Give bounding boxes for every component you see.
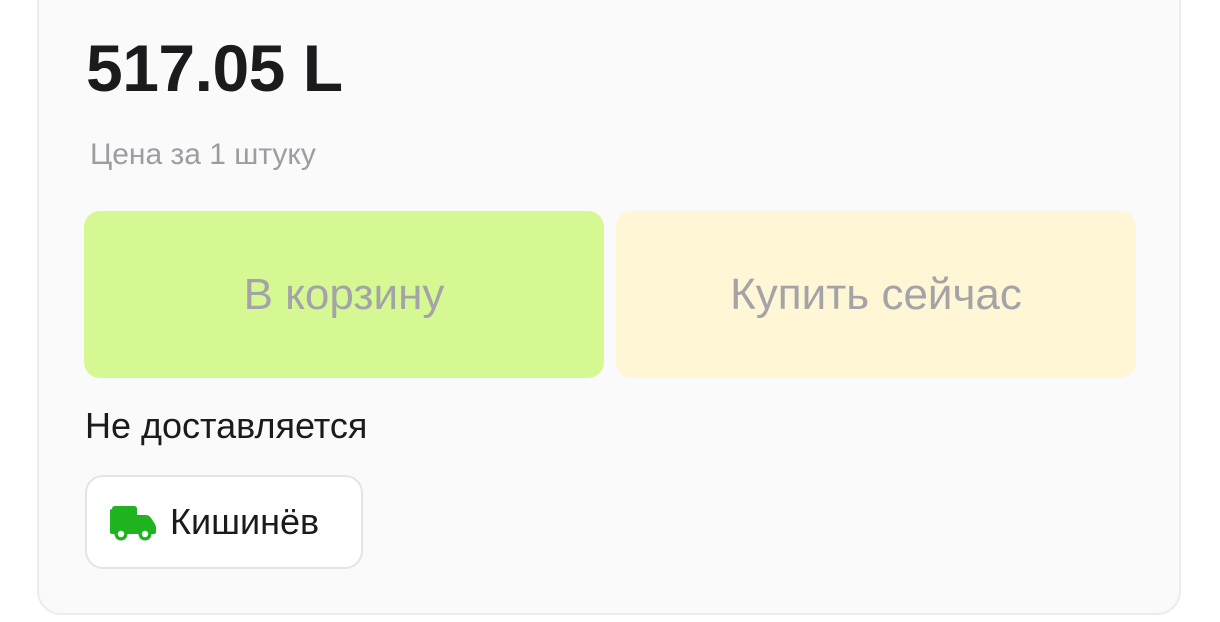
delivery-city-label: Кишинёв [170, 501, 320, 542]
price-per-unit-note: Цена за 1 штуку [90, 138, 316, 171]
delivery-status: Не доставляется [85, 405, 368, 446]
add-to-cart-button[interactable]: В корзину [84, 211, 604, 378]
delivery-city-chip[interactable]: Кишинёв [85, 475, 363, 569]
truck-icon [110, 506, 156, 541]
product-price: 517.05 L [86, 31, 343, 105]
buy-now-button[interactable]: Купить сейчас [616, 211, 1136, 378]
